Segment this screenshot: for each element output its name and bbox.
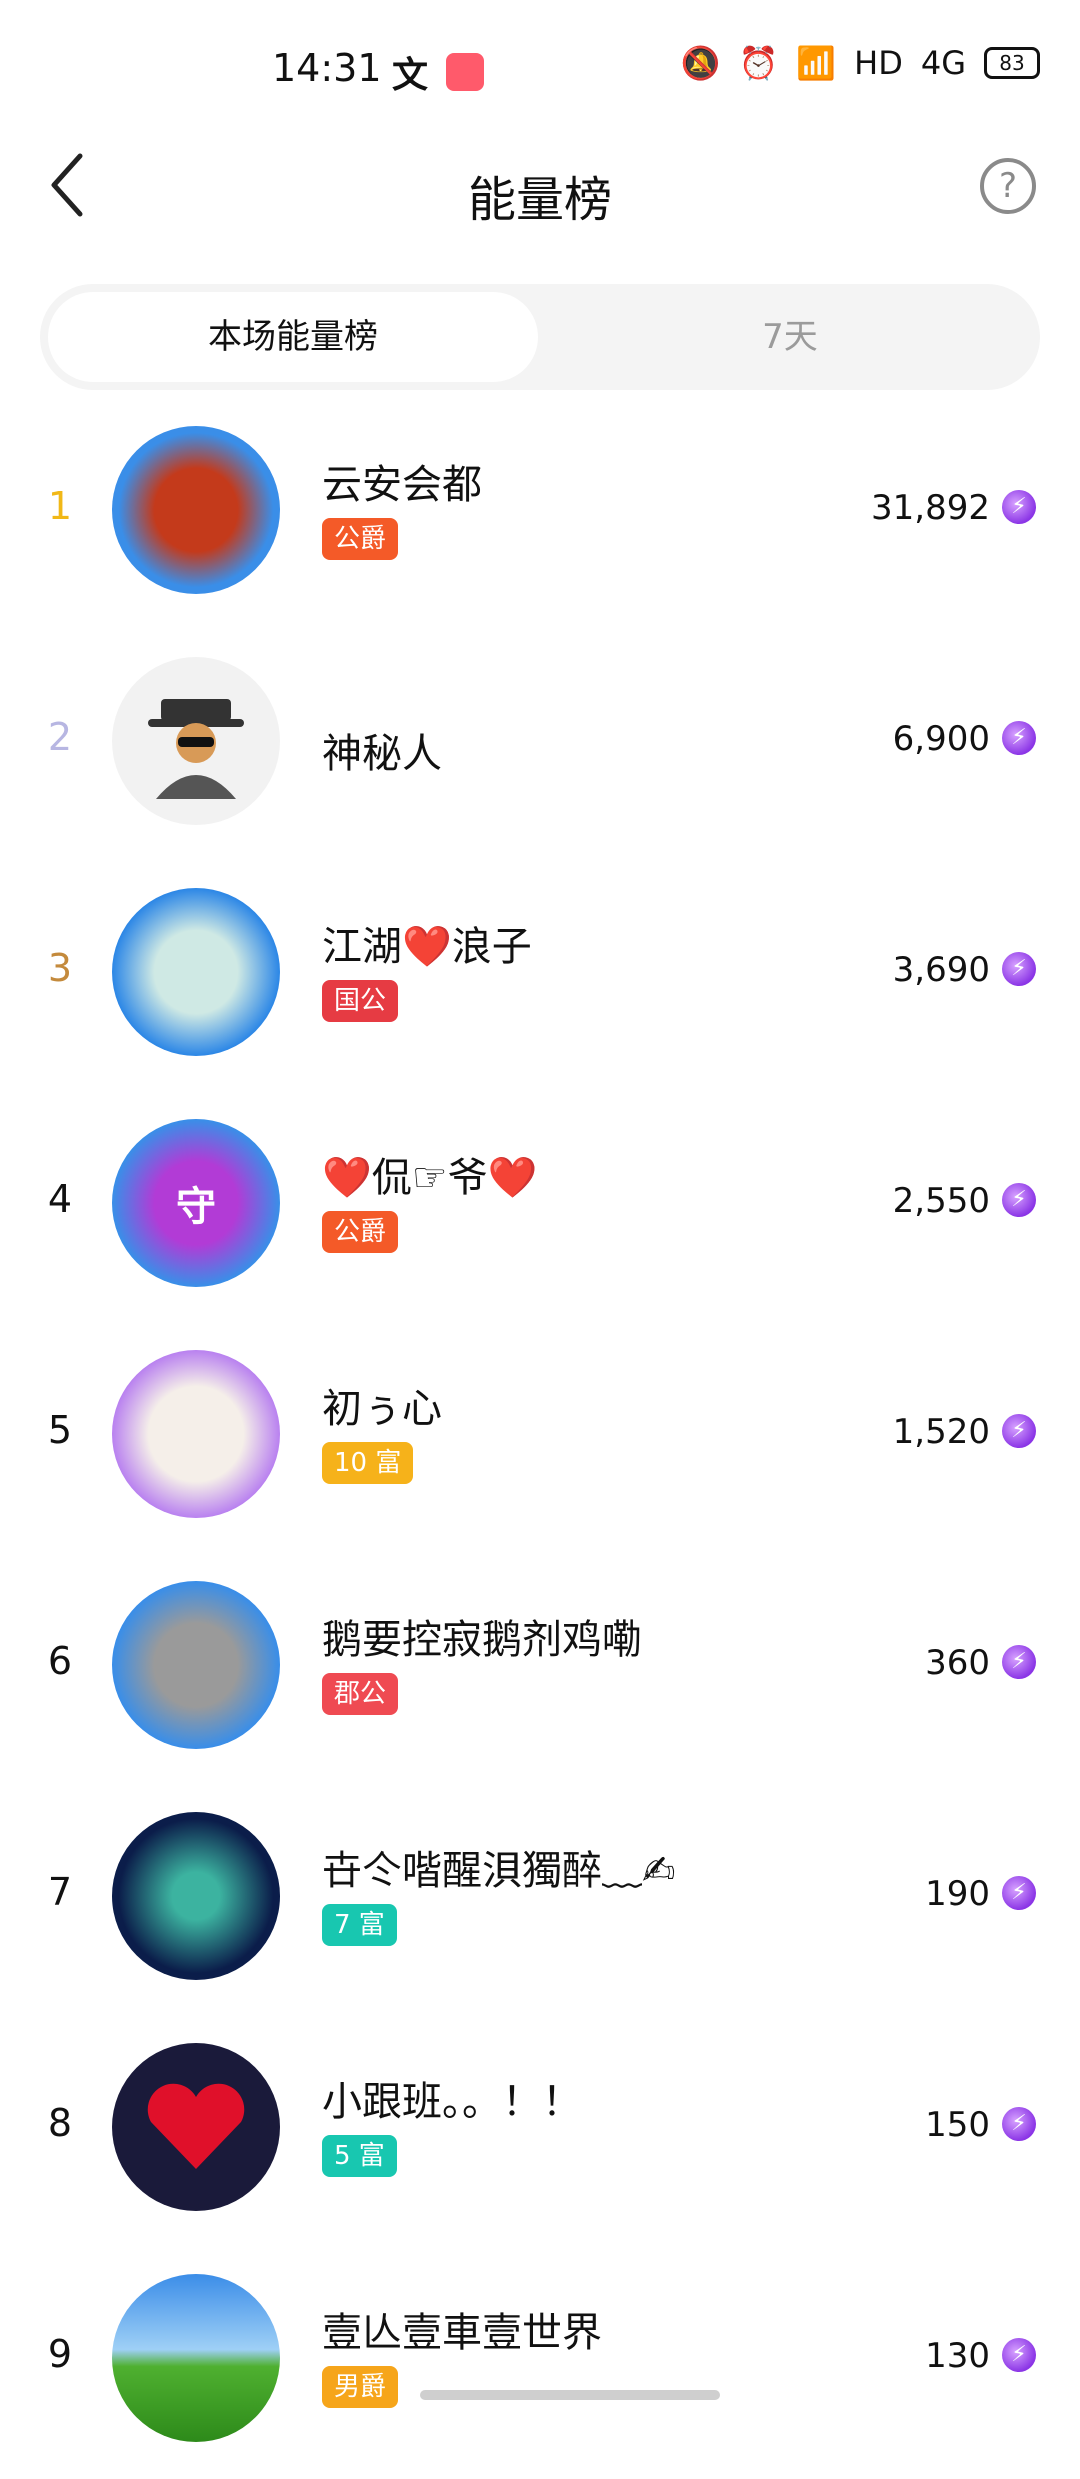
rank-number: 4: [47, 1177, 73, 1221]
lightning-icon: ⚡: [1002, 1183, 1036, 1217]
lightning-icon: ⚡: [1002, 1876, 1036, 1910]
status-bar: 14:31 文 🔕 ⏰ 📶 HD 4G 83: [0, 0, 1080, 130]
user-name: 神秘人: [322, 731, 442, 777]
avatar[interactable]: [112, 1350, 280, 1518]
app-notification-icon: 文: [392, 55, 429, 96]
tab-7-days[interactable]: 7天: [545, 292, 1035, 382]
lightning-icon: ⚡: [1002, 1414, 1036, 1448]
energy-score: 360: [925, 1643, 990, 1683]
avatar[interactable]: [112, 657, 280, 825]
list-item[interactable]: 8 小跟班。。！！ 5 富 150 ⚡: [0, 2017, 1080, 2248]
user-name: 壹亾壹車壹世界: [322, 2310, 602, 2356]
status-time: 14:31: [272, 46, 382, 90]
list-item[interactable]: 3 江湖❤️浪子 国公 3,690 ⚡: [0, 862, 1080, 1093]
page-title: 能量榜: [467, 172, 612, 228]
ranking-list: 1 云安会都 公爵 31,892 ⚡ 2 神秘人 6,900 ⚡ 3 江湖❤️浪…: [0, 400, 1080, 2479]
rank-number: 2: [47, 715, 73, 759]
rank-badge: 10 富: [322, 1442, 414, 1484]
alarm-icon: ⏰: [738, 44, 779, 82]
list-item[interactable]: 5 初ぅ心 10 富 1,520 ⚡: [0, 1324, 1080, 1555]
user-name: 鹅要控寂鹅剂鸡嘞: [322, 1617, 642, 1663]
page-header: 能量榜 ?: [0, 140, 1080, 250]
energy-score: 2,550: [892, 1181, 990, 1221]
hd-label: HD: [854, 44, 903, 82]
wifi-icon: 📶: [796, 44, 837, 82]
list-item[interactable]: 2 神秘人 6,900 ⚡: [0, 631, 1080, 862]
lightning-icon: ⚡: [1002, 952, 1036, 986]
tab-bar: 本场能量榜 7天: [40, 284, 1040, 390]
app-notification-icon-2: [446, 53, 485, 91]
rank-number: 3: [47, 946, 73, 990]
user-name: 江湖❤️浪子: [322, 924, 532, 970]
energy-score: 190: [925, 1874, 990, 1914]
energy-score: 150: [925, 2105, 990, 2145]
avatar[interactable]: [112, 1812, 280, 1980]
lightning-icon: ⚡: [1002, 721, 1036, 755]
user-name: ❤️侃☞爷❤️: [322, 1155, 538, 1201]
energy-score: 3,690: [892, 950, 990, 990]
lightning-icon: ⚡: [1002, 2338, 1036, 2372]
avatar[interactable]: 守: [112, 1119, 280, 1287]
rank-number: 1: [47, 484, 73, 528]
rank-number: 5: [47, 1408, 73, 1452]
user-name: 小跟班。。！！: [322, 2079, 582, 2125]
avatar[interactable]: [112, 888, 280, 1056]
rank-badge: 男爵: [322, 2366, 399, 2408]
list-item[interactable]: 7 卋仒喈醒浿獨醉﹏✍ 7 富 190 ⚡: [0, 1786, 1080, 2017]
energy-score: 130: [925, 2336, 990, 2376]
energy-score: 31,892: [871, 488, 990, 528]
list-item[interactable]: 9 壹亾壹車壹世界 男爵 130 ⚡: [0, 2248, 1080, 2479]
avatar[interactable]: [112, 426, 280, 594]
list-item[interactable]: 1 云安会都 公爵 31,892 ⚡: [0, 400, 1080, 631]
rank-badge: 国公: [322, 980, 399, 1022]
network-label: 4G: [920, 44, 966, 82]
avatar[interactable]: [112, 2043, 280, 2211]
rank-number: 8: [47, 2101, 73, 2145]
avatar[interactable]: [112, 1581, 280, 1749]
user-name: 初ぅ心: [322, 1386, 442, 1432]
incognito-avatar-icon: [148, 699, 244, 799]
rank-badge: 公爵: [322, 1211, 399, 1253]
rank-number: 6: [47, 1639, 73, 1683]
rank-number: 7: [47, 1870, 73, 1914]
heart-avatar-icon: [147, 2083, 245, 2169]
rank-badge: 郡公: [322, 1673, 399, 1715]
energy-score: 6,900: [892, 719, 990, 759]
rank-badge: 7 富: [322, 1904, 397, 1946]
status-right: 🔕 ⏰ 📶 HD 4G 83: [681, 44, 1040, 82]
mute-icon: 🔕: [680, 44, 721, 82]
home-indicator[interactable]: [420, 2390, 720, 2400]
rank-badge: 5 富: [322, 2135, 397, 2177]
list-item[interactable]: 4 守 ❤️侃☞爷❤️ 公爵 2,550 ⚡: [0, 1093, 1080, 1324]
energy-score: 1,520: [892, 1412, 990, 1452]
user-name: 卋仒喈醒浿獨醉﹏✍: [322, 1848, 676, 1894]
avatar[interactable]: [112, 2274, 280, 2442]
lightning-icon: ⚡: [1002, 2107, 1036, 2141]
rank-badge: 公爵: [322, 518, 399, 560]
status-app-icons: 文: [392, 46, 485, 98]
battery-icon: 83: [984, 47, 1040, 79]
rank-number: 9: [47, 2332, 73, 2376]
user-name: 云安会都: [322, 462, 482, 508]
help-icon[interactable]: ?: [980, 158, 1036, 214]
list-item[interactable]: 6 鹅要控寂鹅剂鸡嘞 郡公 360 ⚡: [0, 1555, 1080, 1786]
lightning-icon: ⚡: [1002, 1645, 1036, 1679]
lightning-icon: ⚡: [1002, 490, 1036, 524]
tab-this-session[interactable]: 本场能量榜: [48, 292, 538, 382]
